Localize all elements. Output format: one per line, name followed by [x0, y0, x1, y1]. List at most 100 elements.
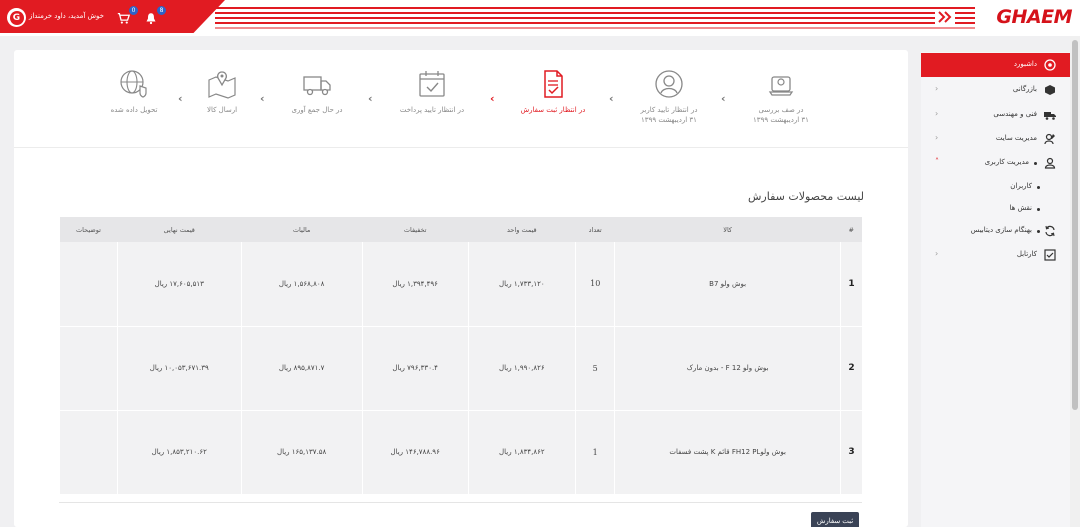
sidebar-item-cartable[interactable]: کارتابل ‹ [921, 244, 1070, 266]
step-payment-approval: در انتظار تایید پرداخت [372, 68, 492, 115]
bullet-icon [1037, 186, 1040, 189]
column-header: قیمت نهایی [163, 225, 195, 234]
avatar[interactable]: G [7, 8, 26, 27]
chevron-left-icon: ‹ [935, 109, 939, 118]
product-name: بوش ولو F 12 - بدون مارک [614, 326, 841, 410]
row-number: 3 [839, 410, 862, 494]
discount: ۷۹۶,۳۳۰.۴ ریال [361, 326, 469, 410]
final-price: ۱۷,۶۰۵,۵۱۳ ریال [117, 242, 242, 326]
quantity: 1 [575, 410, 615, 494]
sidebar-item-label: کاربران [1010, 182, 1032, 190]
header-stripes [215, 7, 975, 29]
sidebar-item-label: مدیریت سایت [995, 134, 1037, 142]
step-label: تحویل داده شده [110, 106, 158, 114]
step-label: در انتظار ثبت سفارش [520, 106, 586, 114]
sidebar-item-label: نقش ها [1009, 204, 1032, 212]
top-bar: GHAEM G خوش آمدید، داود خرمنداز 0 8 [0, 0, 1080, 36]
table-row: 1 بوش ولو B7 10 ۱,۷۳۳,۱۲۰ ریال ۱,۳۹۴,۴۹۶… [58, 242, 862, 326]
bell-icon [146, 13, 156, 25]
cart-badge: 0 [129, 6, 138, 15]
bullet-icon [1037, 208, 1040, 211]
order-card: در صف بررسی ۳۱ اردیبهشت ۱۳۹۹ ‹ در انتظار… [14, 50, 908, 527]
step-date: ۳۱ اردیبهشت ۱۳۹۹ [753, 116, 809, 124]
sidebar-item-label: مدیریت کاربری [984, 158, 1029, 166]
bullet-icon [1034, 162, 1037, 165]
column-header: تعداد [588, 225, 602, 234]
user-edit-icon [1044, 133, 1055, 145]
step-in-review: در صف بررسی ۳۱ اردیبهشت ۱۳۹۹ [721, 68, 841, 125]
logo-arrow-icon [935, 9, 955, 25]
divider [59, 502, 862, 503]
table-header-row: # کالا تعداد قیمت واحد تخفیفات مالیات قی… [59, 217, 862, 242]
step-order-registration: در انتظار ثبت سفارش [493, 68, 613, 115]
sidebar-item-label: بهنگام سازی دیتابیس [970, 226, 1032, 234]
step-delivered: تحویل داده شده [74, 68, 194, 115]
cart-button[interactable]: 0 [117, 6, 138, 24]
support-icon [768, 76, 794, 96]
greeting-text: خوش آمدید، داود خرمنداز [28, 12, 104, 20]
notes [58, 326, 118, 410]
quantity: 5 [575, 326, 615, 410]
column-header: کالا [723, 225, 733, 234]
order-products-table: # کالا تعداد قیمت واحد تخفیفات مالیات قی… [58, 217, 862, 495]
sidebar-item-db-sync[interactable]: بهنگام سازی دیتابیس [921, 220, 1070, 242]
tax: ۸۹۵,۸۷۱.۷ ریال [240, 326, 363, 410]
inbox-icon [1044, 249, 1056, 261]
sync-icon [1045, 225, 1055, 237]
column-header: # [848, 225, 854, 234]
tax: ۱,۵۶۸,۸۰۸ ریال [240, 242, 363, 326]
truck-icon [1044, 112, 1056, 120]
table-row: 2 بوش ولو F 12 - بدون مارک 5 ۱,۹۹۰,۸۲۶ ر… [58, 326, 862, 410]
column-header: توضیحات [76, 225, 101, 234]
chevron-up-icon: ˄ [935, 157, 939, 166]
product-name: بوش ولوFH12 PL قائم K پشت فسفات [614, 410, 841, 494]
step-label: در انتظار تایید کاربر [640, 106, 698, 114]
sidebar-subitem-roles[interactable]: نقش ها [921, 198, 1070, 220]
user-circle-icon [655, 70, 683, 98]
sidebar-subitem-users[interactable]: کاربران [921, 176, 1070, 198]
calendar-check-icon [419, 71, 445, 97]
bell-badge: 8 [157, 6, 166, 15]
user-icon [1044, 157, 1056, 169]
step-user-approval: در انتظار تایید کاربر ۳۱ اردیبهشت ۱۳۹۹ [609, 68, 729, 125]
notes [58, 242, 118, 326]
unit-price: ۱,۹۹۰,۸۲۶ ریال [467, 326, 576, 410]
final-price: ۱,۸۵۳,۲۱۰.۶۲ ریال [117, 410, 242, 494]
cart-icon [117, 12, 131, 24]
row-number: 2 [839, 326, 862, 410]
row-number: 1 [839, 242, 862, 326]
chevron-left-icon: ‹ [935, 84, 939, 93]
divider [14, 147, 908, 148]
bullet-icon [1037, 230, 1040, 233]
step-label: در انتظار تایید پرداخت [399, 106, 465, 114]
step-date: ۳۱ اردیبهشت ۱۳۹۹ [641, 116, 697, 124]
chevron-left-icon: ‹ [935, 249, 939, 258]
sidebar-item-label: بازرگانی [1012, 85, 1037, 93]
discount: ۱۴۶,۷۸۸.۹۶ ریال [361, 410, 469, 494]
unit-price: ۱,۸۳۴,۸۶۲ ریال [467, 410, 576, 494]
column-header: مالیات [292, 225, 311, 234]
notes [58, 410, 118, 494]
section-title: لیست محصولات سفارش [748, 190, 864, 203]
tax: ۱۶۵,۱۳۷.۵۸ ریال [240, 410, 363, 494]
box-icon [1045, 85, 1055, 95]
table-row: 3 بوش ولوFH12 PL قائم K پشت فسفات 1 ۱,۸۳… [58, 410, 862, 494]
scrollbar-thumb[interactable] [1072, 40, 1078, 410]
ghaem-logo[interactable]: GHAEM [996, 6, 1072, 28]
document-edit-icon [544, 70, 563, 98]
final-price: ۱۰,۰۵۳,۶۷۱.۳۹ ریال [117, 326, 242, 410]
map-pin-icon [208, 71, 236, 99]
sidebar-item-label: داشبورد [1013, 60, 1037, 68]
sidebar-item-commerce[interactable]: بازرگانی ‹ [921, 79, 1070, 101]
chevron-left-icon: ‹ [935, 133, 939, 142]
sidebar-item-user-management[interactable]: مدیریت کاربری ˄ [921, 152, 1070, 174]
globe-shield-icon [120, 70, 147, 98]
sidebar-item-site-management[interactable]: مدیریت سایت ‹ [921, 128, 1070, 150]
sidebar-item-label: کارتابل [1016, 250, 1037, 258]
sidebar: داشبورد بازرگانی ‹ فنی و مهندسی ‹ مدیریت… [921, 52, 1070, 527]
notifications-button[interactable]: 8 [145, 6, 166, 25]
sidebar-item-engineering[interactable]: فنی و مهندسی ‹ [921, 104, 1070, 126]
discount: ۱,۳۹۴,۴۹۶ ریال [361, 242, 469, 326]
sidebar-item-dashboard[interactable]: داشبورد [921, 54, 1070, 76]
submit-order-button[interactable]: ثبت سفارش [811, 512, 859, 527]
